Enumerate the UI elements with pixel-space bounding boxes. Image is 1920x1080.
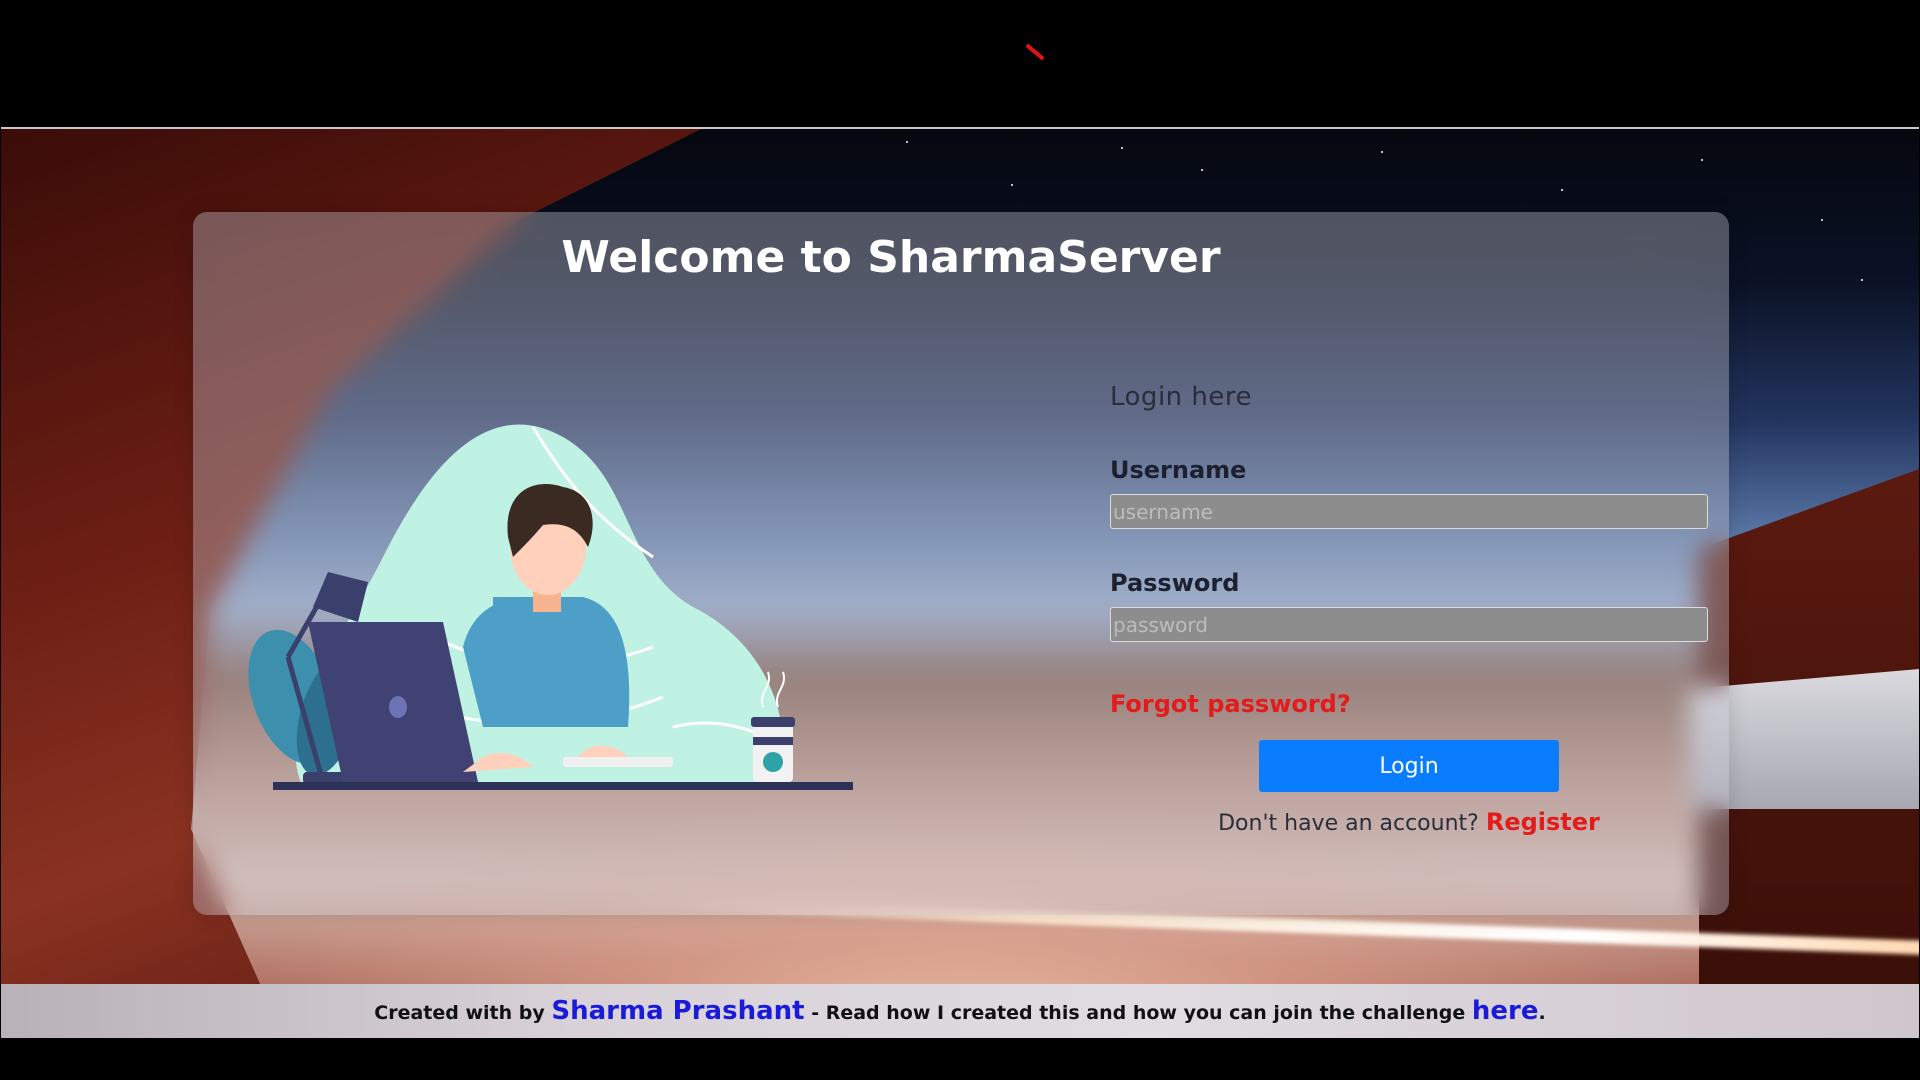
top-bar [0,0,1920,127]
person-at-laptop-illustration [248,424,853,790]
register-line: Don't have an account? Register [1110,808,1708,836]
login-button[interactable]: Login [1259,740,1559,792]
forgot-password-link[interactable]: Forgot password? [1110,690,1351,718]
author-link[interactable]: Sharma Prashant [551,996,804,1026]
password-input[interactable] [1110,607,1708,642]
password-label: Password [1110,569,1240,597]
login-heading: Login here [1110,382,1252,412]
register-link[interactable]: Register [1486,808,1600,836]
footer-suffix: . [1538,1002,1546,1024]
star [1701,159,1703,161]
star [1821,219,1823,221]
star [1011,184,1013,186]
footer-middle: - Read how I created this and how you ca… [811,1002,1466,1024]
star [1381,151,1383,153]
footer: Created with by Sharma Prashant - Read h… [1,984,1919,1038]
star [1561,189,1563,191]
register-prompt: Don't have an account? [1218,811,1479,836]
star [1121,147,1123,149]
login-form: Login here Username Password Forgot pass… [1110,382,1708,836]
star [1861,279,1863,281]
star [906,141,908,143]
footer-prefix: Created with by [374,1002,545,1024]
username-input[interactable] [1110,494,1708,529]
bottom-bar [0,1038,1920,1080]
challenge-link[interactable]: here [1472,996,1539,1026]
star [1201,169,1203,171]
username-label: Username [1110,456,1247,484]
loading-icon [1025,43,1045,61]
login-card: Welcome to SharmaServer Login here Usern [193,212,1729,915]
page-title: Welcome to SharmaServer [561,232,1221,283]
